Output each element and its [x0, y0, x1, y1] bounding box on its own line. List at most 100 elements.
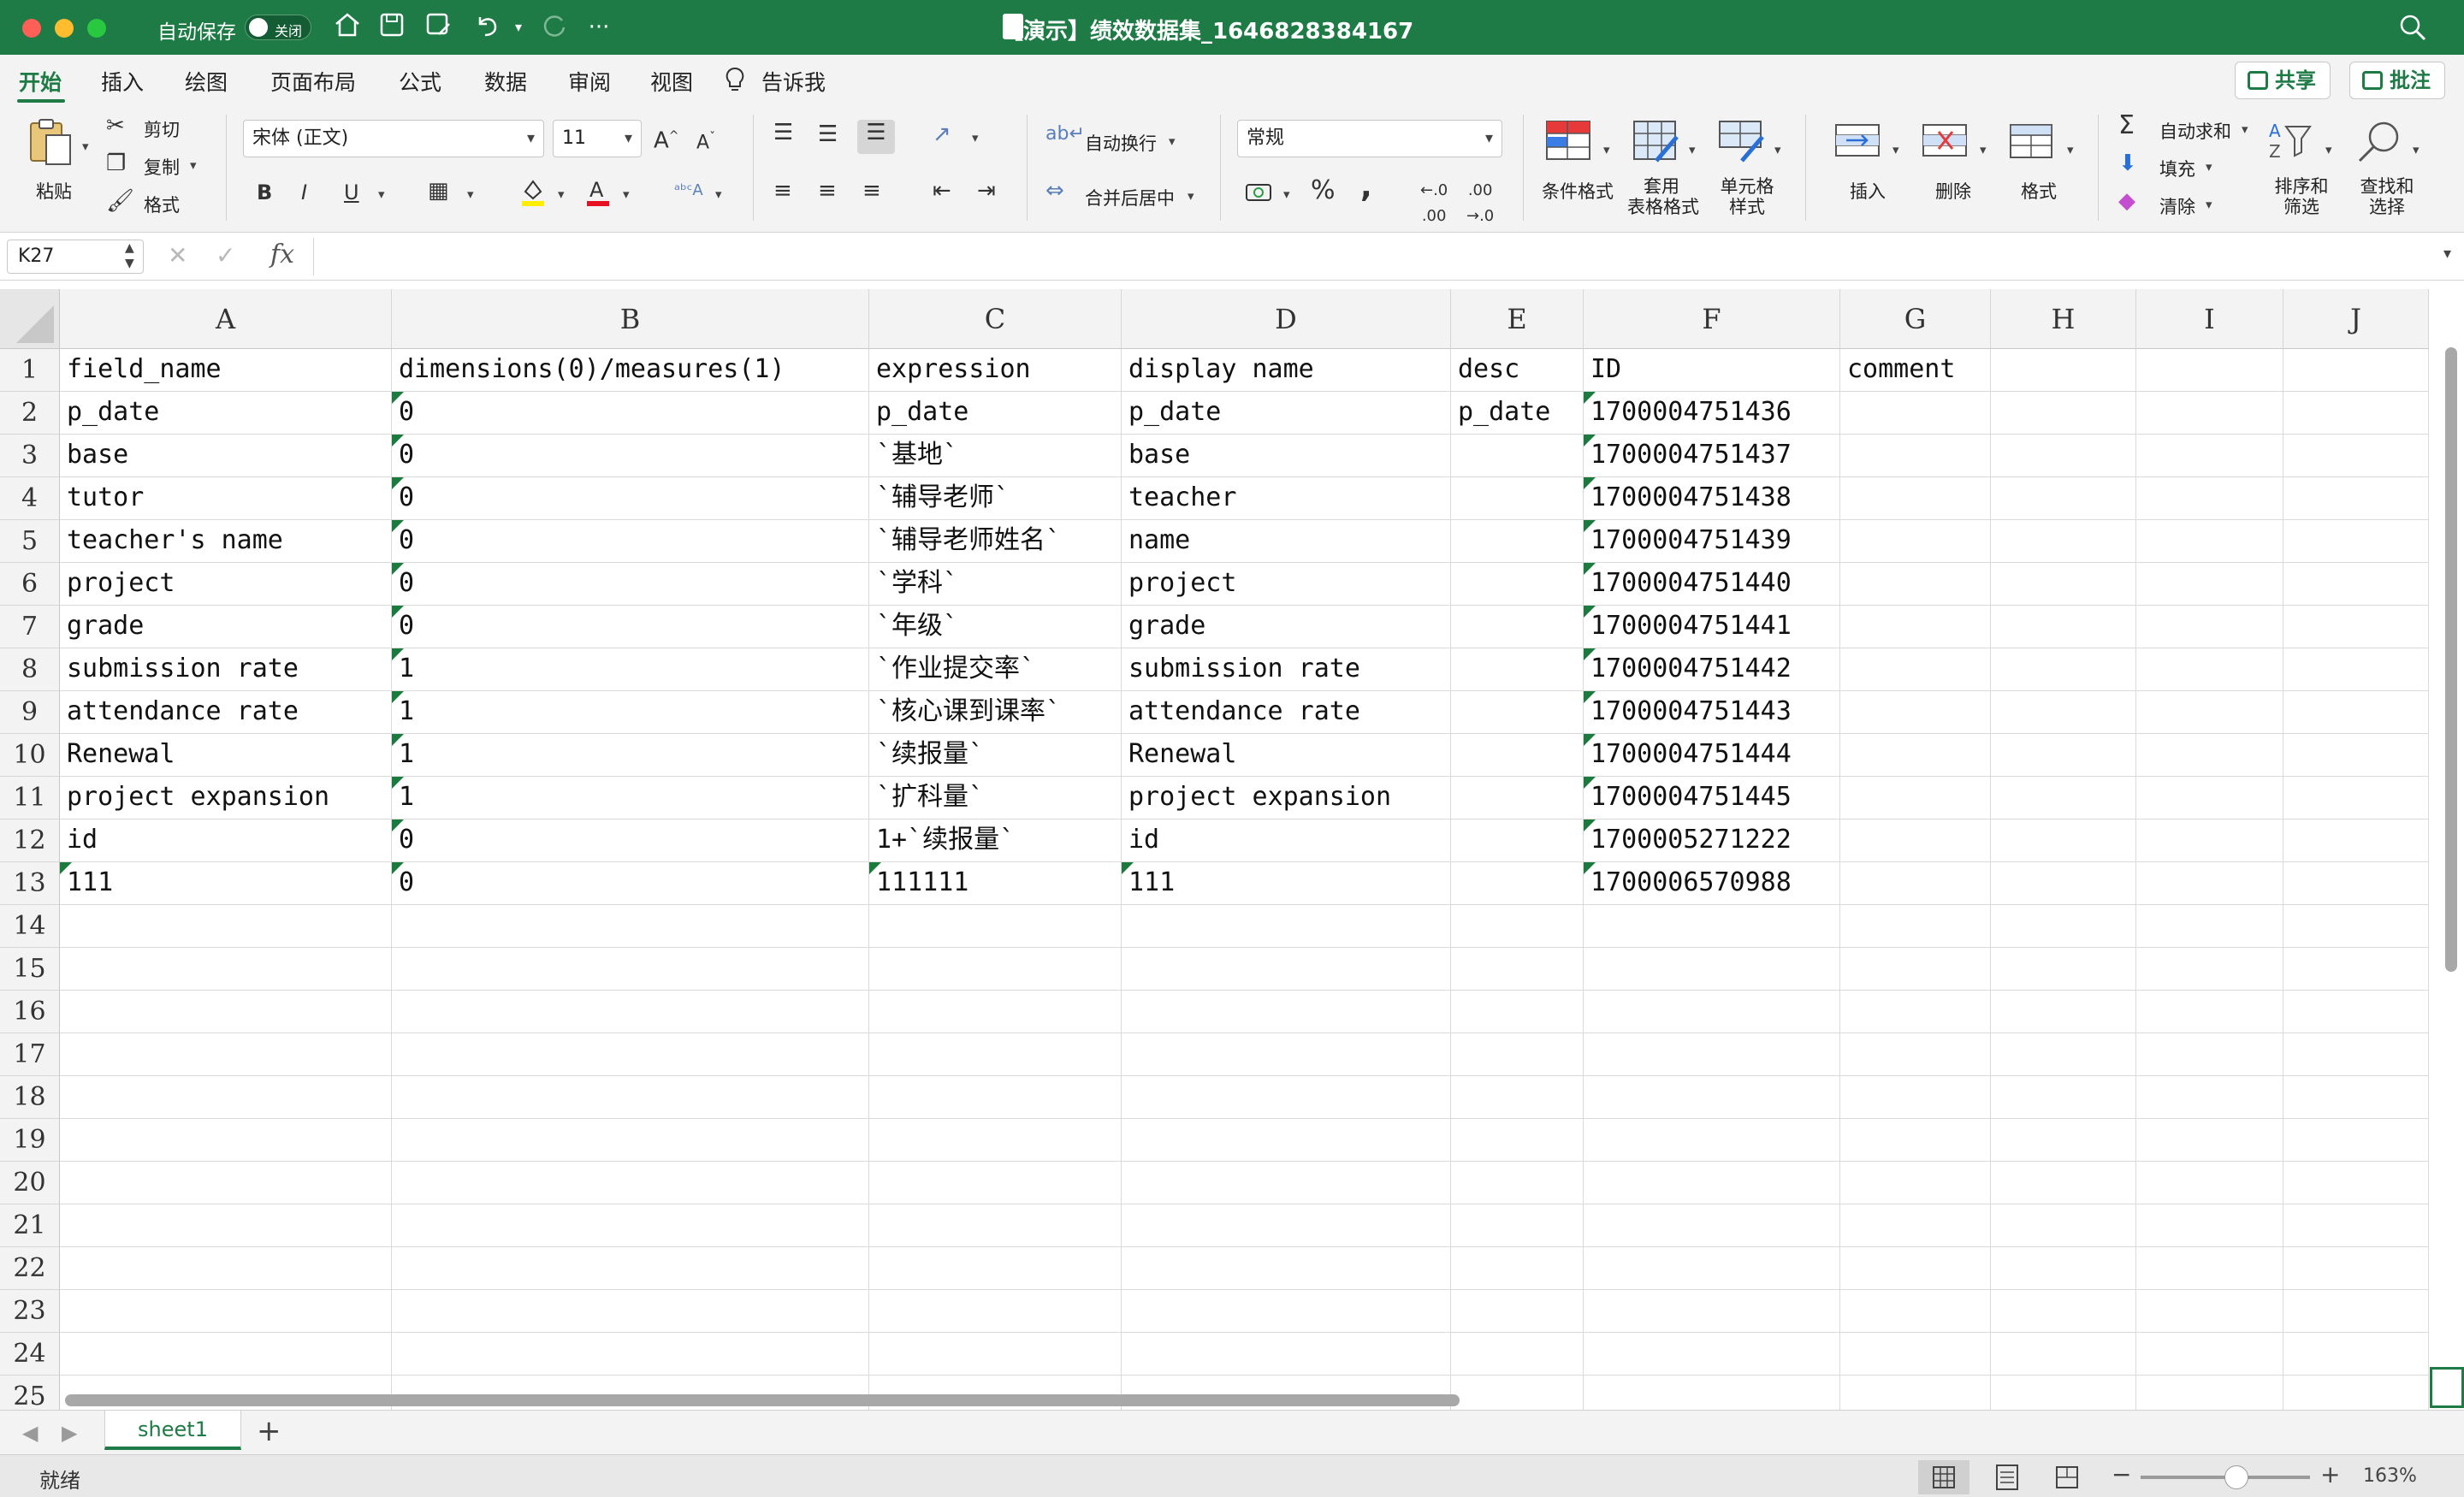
cell-d13[interactable]: 111 [1122, 862, 1451, 902]
home-icon[interactable] [330, 10, 364, 44]
conditional-format-dropdown-icon[interactable]: ▾ [1603, 142, 1610, 157]
column-header-h[interactable]: H [1991, 289, 2136, 349]
cell-b6[interactable]: 0 [392, 563, 869, 602]
row-header-6[interactable]: 6 [0, 563, 60, 606]
find-select-dropdown-icon[interactable]: ▾ [2413, 142, 2420, 157]
cell-g6[interactable] [1840, 563, 1991, 602]
sort-filter-dropdown-icon[interactable]: ▾ [2325, 142, 2332, 157]
tab-tell-me[interactable]: 告诉我 [761, 66, 826, 97]
cell-b9[interactable]: 1 [392, 691, 869, 731]
cell-g7[interactable] [1840, 606, 1991, 645]
phonetic-icon[interactable]: ᵃᵇᶜA [674, 178, 703, 204]
cell-a2[interactable]: p_date [60, 392, 392, 431]
cell-a12[interactable]: id [60, 820, 392, 859]
row-header-1[interactable]: 1 [0, 349, 60, 392]
delete-cells-button[interactable]: 删除 [1935, 178, 1971, 204]
column-header-b[interactable]: B [392, 289, 869, 349]
percent-button[interactable]: % [1311, 178, 1336, 204]
row-header-15[interactable]: 15 [0, 948, 60, 991]
cell-g5[interactable] [1840, 520, 1991, 559]
comma-button[interactable]: , [1360, 172, 1372, 203]
cell-d11[interactable]: project expansion [1122, 777, 1451, 816]
row-header-23[interactable]: 23 [0, 1290, 60, 1333]
column-header-j[interactable]: J [2283, 289, 2429, 349]
cancel-formula-icon[interactable]: ✕ [168, 241, 187, 269]
cell-g1[interactable]: comment [1840, 349, 1991, 388]
cell-f4[interactable]: 1700004751438 [1584, 477, 1840, 517]
autosum-button[interactable]: 自动求和 [2159, 118, 2231, 144]
column-header-f[interactable]: F [1584, 289, 1840, 349]
column-header-g[interactable]: G [1840, 289, 1991, 349]
format-as-table-dropdown-icon[interactable]: ▾ [1689, 142, 1696, 157]
cell-a9[interactable]: attendance rate [60, 691, 392, 731]
row-header-20[interactable]: 20 [0, 1162, 60, 1204]
close-window-button[interactable] [22, 19, 41, 38]
cell-a7[interactable]: grade [60, 606, 392, 645]
formula-input[interactable] [313, 238, 2435, 275]
row-header-10[interactable]: 10 [0, 734, 60, 777]
sheet-tab-sheet1[interactable]: sheet1 [104, 1411, 241, 1450]
tab-home[interactable]: 开始 [19, 66, 62, 97]
row-header-12[interactable]: 12 [0, 820, 60, 862]
zoom-slider-handle[interactable] [2224, 1465, 2248, 1489]
fill-color-icon[interactable] [520, 176, 546, 213]
cut-icon[interactable]: ✂ [106, 113, 125, 139]
cell-b4[interactable]: 0 [392, 477, 869, 517]
insert-cells-icon[interactable] [1833, 118, 1884, 166]
column-header-a[interactable]: A [60, 289, 392, 349]
align-right-icon[interactable]: ≡ [862, 178, 881, 204]
italic-button[interactable]: I [301, 180, 307, 205]
cell-g9[interactable] [1840, 691, 1991, 731]
confirm-formula-icon[interactable]: ✓ [216, 241, 235, 269]
row-header-3[interactable]: 3 [0, 435, 60, 477]
format-as-table-icon[interactable] [1631, 118, 1682, 166]
cell-e3[interactable] [1451, 435, 1584, 474]
next-sheet-icon[interactable]: ▶ [62, 1421, 77, 1445]
row-header-16[interactable]: 16 [0, 991, 60, 1033]
cell-c8[interactable]: `作业提交率` [869, 648, 1122, 688]
cell-b7[interactable]: 0 [392, 606, 869, 645]
cell-g3[interactable] [1840, 435, 1991, 474]
row-header-18[interactable]: 18 [0, 1076, 60, 1119]
borders-icon[interactable]: ▦ [428, 178, 449, 204]
align-middle-icon[interactable]: ☰ [818, 121, 838, 147]
merge-center-button[interactable]: 合并后居中 [1085, 185, 1175, 210]
paste-dropdown-icon[interactable]: ▾ [82, 139, 89, 154]
orientation-dropdown-icon[interactable]: ▾ [972, 130, 979, 145]
cell-a13[interactable]: 111 [60, 862, 392, 902]
cell-f6[interactable]: 1700004751440 [1584, 563, 1840, 602]
row-header-9[interactable]: 9 [0, 691, 60, 734]
cell-g4[interactable] [1840, 477, 1991, 517]
cell-a10[interactable]: Renewal [60, 734, 392, 773]
increase-indent-icon[interactable]: ⇥ [977, 178, 996, 204]
tab-data[interactable]: 数据 [484, 66, 527, 97]
cell-styles-button[interactable]: 单元格 样式 [1713, 176, 1781, 217]
cell-b12[interactable]: 0 [392, 820, 869, 859]
fill-button[interactable]: 填充 [2159, 156, 2195, 181]
cell-a11[interactable]: project expansion [60, 777, 392, 816]
format-as-table-button[interactable]: 套用 表格格式 [1627, 176, 1699, 217]
clear-dropdown-icon[interactable]: ▾ [2206, 197, 2212, 212]
cell-f1[interactable]: ID [1584, 349, 1840, 388]
paste-icon[interactable] [26, 116, 77, 165]
undo-icon[interactable] [469, 10, 503, 44]
autosum-dropdown-icon[interactable]: ▾ [2242, 121, 2248, 137]
cell-a4[interactable]: tutor [60, 477, 392, 517]
cell-d2[interactable]: p_date [1122, 392, 1451, 431]
format-painter-icon[interactable]: 🖌 [106, 188, 134, 214]
cell-e1[interactable]: desc [1451, 349, 1584, 388]
add-sheet-icon[interactable]: + [257, 1414, 281, 1448]
align-center-icon[interactable]: ≡ [818, 178, 837, 204]
cell-d1[interactable]: display name [1122, 349, 1451, 388]
row-header-19[interactable]: 19 [0, 1119, 60, 1162]
cell-b3[interactable]: 0 [392, 435, 869, 474]
decrease-decimal-icon[interactable]: .00 →.0 [1466, 178, 1494, 229]
vertical-scrollbar[interactable] [2445, 347, 2457, 1340]
cell-f2[interactable]: 1700004751436 [1584, 392, 1840, 431]
cell-d7[interactable]: grade [1122, 606, 1451, 645]
cell-c1[interactable]: expression [869, 349, 1122, 388]
redo-icon[interactable] [537, 10, 572, 44]
share-button[interactable]: 共享 [2235, 62, 2331, 99]
insert-cells-dropdown-icon[interactable]: ▾ [1892, 142, 1899, 157]
row-header-14[interactable]: 14 [0, 905, 60, 948]
